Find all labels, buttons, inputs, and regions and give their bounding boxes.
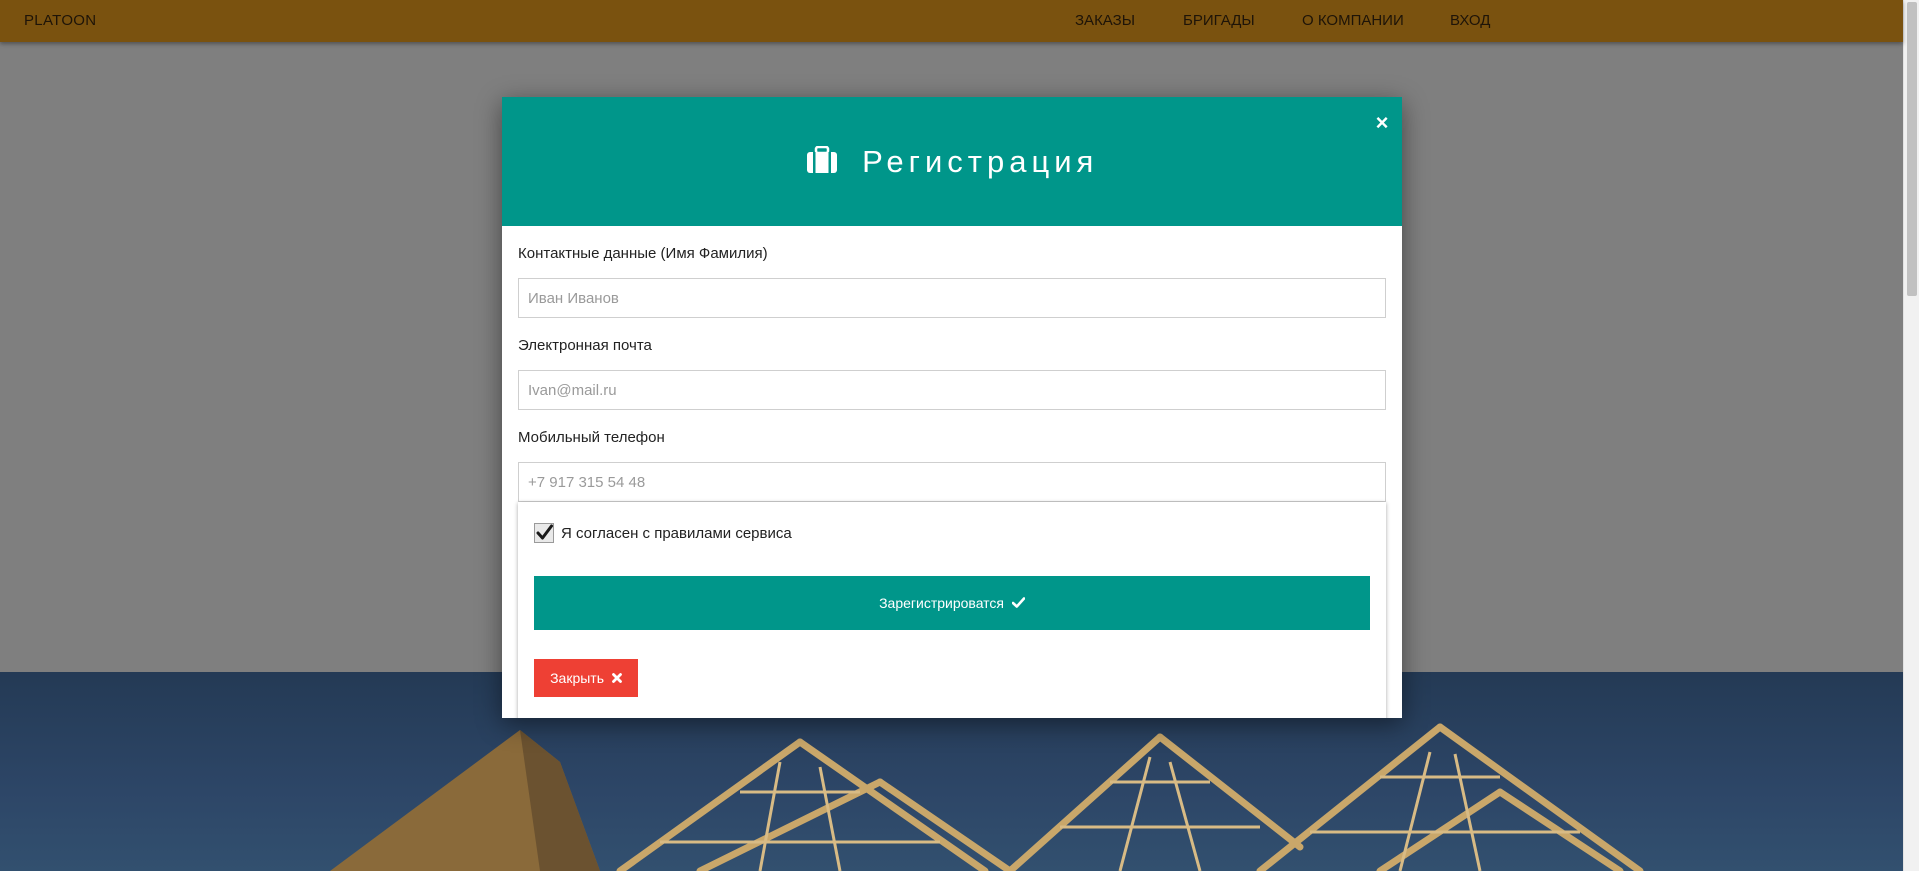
phone-input[interactable] (518, 462, 1386, 502)
briefcase-icon (806, 145, 838, 179)
full-name-input[interactable] (518, 278, 1386, 318)
full-name-label: Контактные данные (Имя Фамилия) (518, 245, 768, 262)
nav-link-brigades[interactable]: БРИГАДЫ (1183, 12, 1255, 29)
email-input[interactable] (518, 370, 1386, 410)
times-icon (612, 659, 622, 697)
phone-label: Мобильный телефон (518, 429, 665, 446)
brand-logo-text[interactable]: PLATOON (24, 12, 96, 29)
scrollbar-thumb[interactable] (1907, 2, 1917, 296)
close-button-label: Закрыть (550, 670, 605, 686)
email-label: Электронная почта (518, 337, 652, 354)
agree-label[interactable]: Я согласен с правилами сервиса (561, 525, 792, 542)
registration-modal: Регистрация × Контактные данные (Имя Фам… (502, 97, 1402, 718)
close-button[interactable]: Закрыть (534, 659, 638, 697)
register-button-label: Зарегистрироватся (879, 595, 1005, 611)
modal-header: Регистрация × (502, 97, 1402, 226)
modal-title: Регистрация (862, 144, 1099, 179)
top-navbar: PLATOON ЗАКАЗЫ БРИГАДЫ О КОМПАНИИ ВХОД (0, 0, 1903, 42)
modal-title-row: Регистрация (502, 144, 1402, 180)
close-icon[interactable]: × (1370, 111, 1394, 135)
nav-link-about[interactable]: О КОМПАНИИ (1302, 12, 1404, 29)
nav-link-login[interactable]: ВХОД (1450, 12, 1490, 29)
checkmark-icon (536, 524, 553, 540)
register-button[interactable]: Зарегистрироватся (534, 576, 1370, 630)
nav-link-orders[interactable]: ЗАКАЗЫ (1075, 12, 1135, 29)
page-scrollbar[interactable] (1903, 0, 1919, 871)
check-icon (1011, 576, 1026, 630)
agreement-panel: Я согласен с правилами сервиса Зарегистр… (518, 502, 1386, 718)
agree-checkbox[interactable] (534, 523, 554, 543)
